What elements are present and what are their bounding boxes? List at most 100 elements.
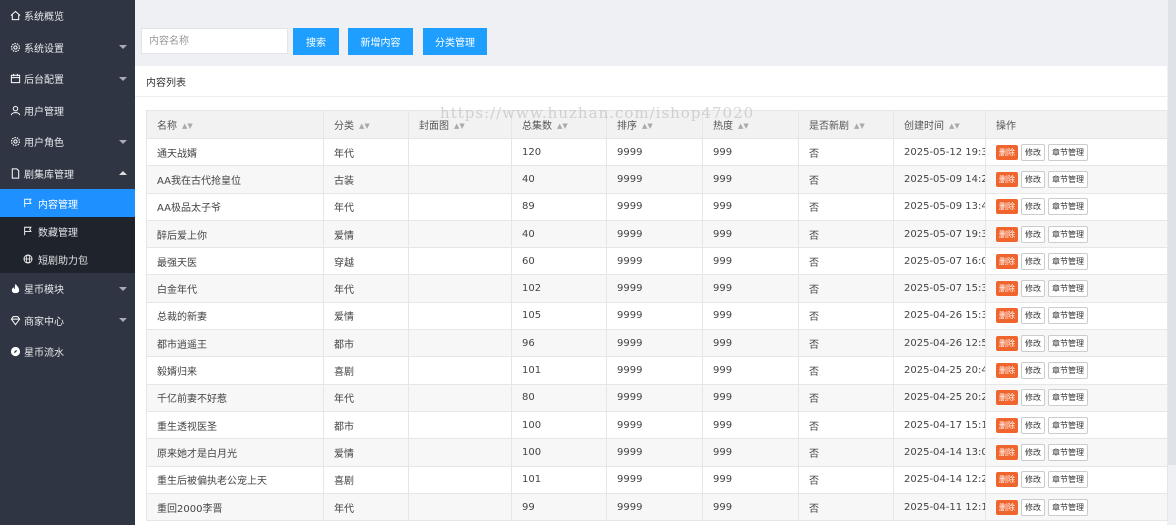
edit-button[interactable]: 修改	[1021, 143, 1045, 161]
cell-created: 2025-05-09 13:45	[893, 192, 986, 221]
nav-system-overview[interactable]: 系统概览	[0, 0, 135, 32]
cell-cover	[408, 274, 512, 303]
cell-episodes: 101	[511, 356, 607, 385]
chapter-management-button[interactable]: 章节管理	[1048, 280, 1088, 298]
calendar-icon	[9, 73, 21, 85]
nav-content-management[interactable]: 内容管理	[0, 189, 135, 217]
cell-cover	[408, 356, 512, 385]
cell-created: 2025-05-12 19:31:	[893, 137, 986, 167]
chapter-management-button[interactable]: 章节管理	[1048, 170, 1088, 188]
nav-star-coin-flow[interactable]: 星币流水	[0, 336, 135, 368]
nav-label: 内容管理	[38, 199, 78, 211]
chapter-management-button[interactable]: 章节管理	[1048, 416, 1088, 434]
delete-button[interactable]: 删除	[996, 472, 1018, 488]
nav-user-roles[interactable]: 用户角色	[0, 126, 135, 158]
delete-button[interactable]: 删除	[996, 363, 1018, 379]
cell-sort: 9999	[606, 219, 703, 249]
cell-cover	[408, 438, 512, 467]
column-header-category[interactable]: 分类 ▲▼	[323, 110, 409, 139]
delete-button[interactable]: 删除	[996, 144, 1018, 160]
toolbar: 搜索 新增内容 分类管理	[135, 0, 1176, 64]
delete-button[interactable]: 删除	[996, 253, 1018, 269]
delete-button[interactable]: 删除	[996, 335, 1018, 351]
edit-button[interactable]: 修改	[1021, 252, 1045, 270]
edit-button[interactable]: 修改	[1021, 498, 1045, 516]
edit-button[interactable]: 修改	[1021, 416, 1045, 434]
nav-backend-config[interactable]: 后台配置	[0, 63, 135, 95]
edit-button[interactable]: 修改	[1021, 170, 1045, 188]
nav-drama-boost-pack[interactable]: 短剧助力包	[0, 245, 135, 273]
delete-button[interactable]: 删除	[996, 444, 1018, 460]
chapter-management-button[interactable]: 章节管理	[1048, 389, 1088, 407]
chapter-management-button[interactable]: 章节管理	[1048, 362, 1088, 380]
cell-category: 都市	[323, 410, 409, 440]
edit-button[interactable]: 修改	[1021, 280, 1045, 298]
delete-button[interactable]: 删除	[996, 226, 1018, 242]
edit-button[interactable]: 修改	[1021, 362, 1045, 380]
chapter-management-button[interactable]: 章节管理	[1048, 443, 1088, 461]
chapter-management-button[interactable]: 章节管理	[1048, 307, 1088, 325]
chapter-management-button[interactable]: 章节管理	[1048, 225, 1088, 243]
edit-button[interactable]: 修改	[1021, 389, 1045, 407]
cell-category: 爱情	[323, 301, 409, 331]
cell-name: AA我在古代抢皇位	[146, 165, 324, 194]
search-button[interactable]: 搜索	[293, 28, 339, 55]
cell-episodes: 99	[511, 492, 607, 522]
category-management-button[interactable]: 分类管理	[423, 28, 487, 55]
cell-cover	[408, 219, 512, 249]
chapter-management-button[interactable]: 章节管理	[1048, 334, 1088, 352]
cell-created: 2025-04-26 15:35	[893, 301, 986, 331]
column-header-created[interactable]: 创建时间 ▲▼	[893, 110, 986, 139]
edit-button[interactable]: 修改	[1021, 225, 1045, 243]
cell-actions: 删除 修改 章节管理	[985, 192, 1168, 221]
cell-category: 爱情	[323, 219, 409, 249]
delete-button[interactable]: 删除	[996, 308, 1018, 324]
column-header-cover[interactable]: 封面图 ▲▼	[408, 110, 512, 139]
edit-button[interactable]: 修改	[1021, 443, 1045, 461]
delete-button[interactable]: 删除	[996, 171, 1018, 187]
edit-button[interactable]: 修改	[1021, 471, 1045, 489]
edit-button[interactable]: 修改	[1021, 307, 1045, 325]
cell-category: 年代	[323, 492, 409, 522]
nav-label: 系统设置	[24, 43, 64, 55]
nav-drama-library[interactable]: 剧集库管理	[0, 158, 135, 190]
delete-button[interactable]: 删除	[996, 499, 1018, 515]
edit-button[interactable]: 修改	[1021, 334, 1045, 352]
chapter-management-button[interactable]: 章节管理	[1048, 252, 1088, 270]
chapter-management-button[interactable]: 章节管理	[1048, 143, 1088, 161]
cell-category: 都市	[323, 329, 409, 358]
column-header-name[interactable]: 名称 ▲▼	[146, 110, 324, 139]
delete-button[interactable]: 删除	[996, 417, 1018, 433]
nav-star-coin-module[interactable]: 星币模块	[0, 273, 135, 305]
search-input[interactable]	[141, 28, 288, 54]
cell-heat: 999	[702, 465, 799, 494]
cell-episodes: 40	[511, 219, 607, 249]
cell-cover	[408, 329, 512, 358]
nav-label: 剧集库管理	[24, 169, 74, 181]
nav-collection-management[interactable]: 数藏管理	[0, 217, 135, 245]
chapter-management-button[interactable]: 章节管理	[1048, 471, 1088, 489]
delete-button[interactable]: 删除	[996, 390, 1018, 406]
chapter-management-button[interactable]: 章节管理	[1048, 498, 1088, 516]
flag-icon	[22, 197, 34, 209]
cell-name: 毅婿归来	[146, 356, 324, 385]
sort-icon: ▲▼	[182, 122, 193, 130]
nav-system-settings[interactable]: 系统设置	[0, 32, 135, 64]
column-header-is-new[interactable]: 是否新剧 ▲▼	[798, 110, 894, 139]
column-header-episodes[interactable]: 总集数 ▲▼	[511, 110, 607, 139]
sort-icon: ▲▼	[557, 122, 568, 130]
column-header-heat[interactable]: 热度 ▲▼	[702, 110, 799, 139]
scrollbar[interactable]	[1168, 0, 1176, 465]
column-header-sort[interactable]: 排序 ▲▼	[606, 110, 703, 139]
nav-merchant-center[interactable]: 商家中心	[0, 305, 135, 337]
edit-button[interactable]: 修改	[1021, 198, 1045, 216]
delete-button[interactable]: 删除	[996, 281, 1018, 297]
cell-episodes: 105	[511, 301, 607, 331]
add-content-button[interactable]: 新增内容	[348, 28, 413, 55]
sort-icon: ▲▼	[359, 122, 370, 130]
cell-name: 最强天医	[146, 247, 324, 276]
chapter-management-button[interactable]: 章节管理	[1048, 198, 1088, 216]
cell-category: 喜剧	[323, 356, 409, 385]
nav-user-management[interactable]: 用户管理	[0, 95, 135, 127]
delete-button[interactable]: 删除	[996, 199, 1018, 215]
